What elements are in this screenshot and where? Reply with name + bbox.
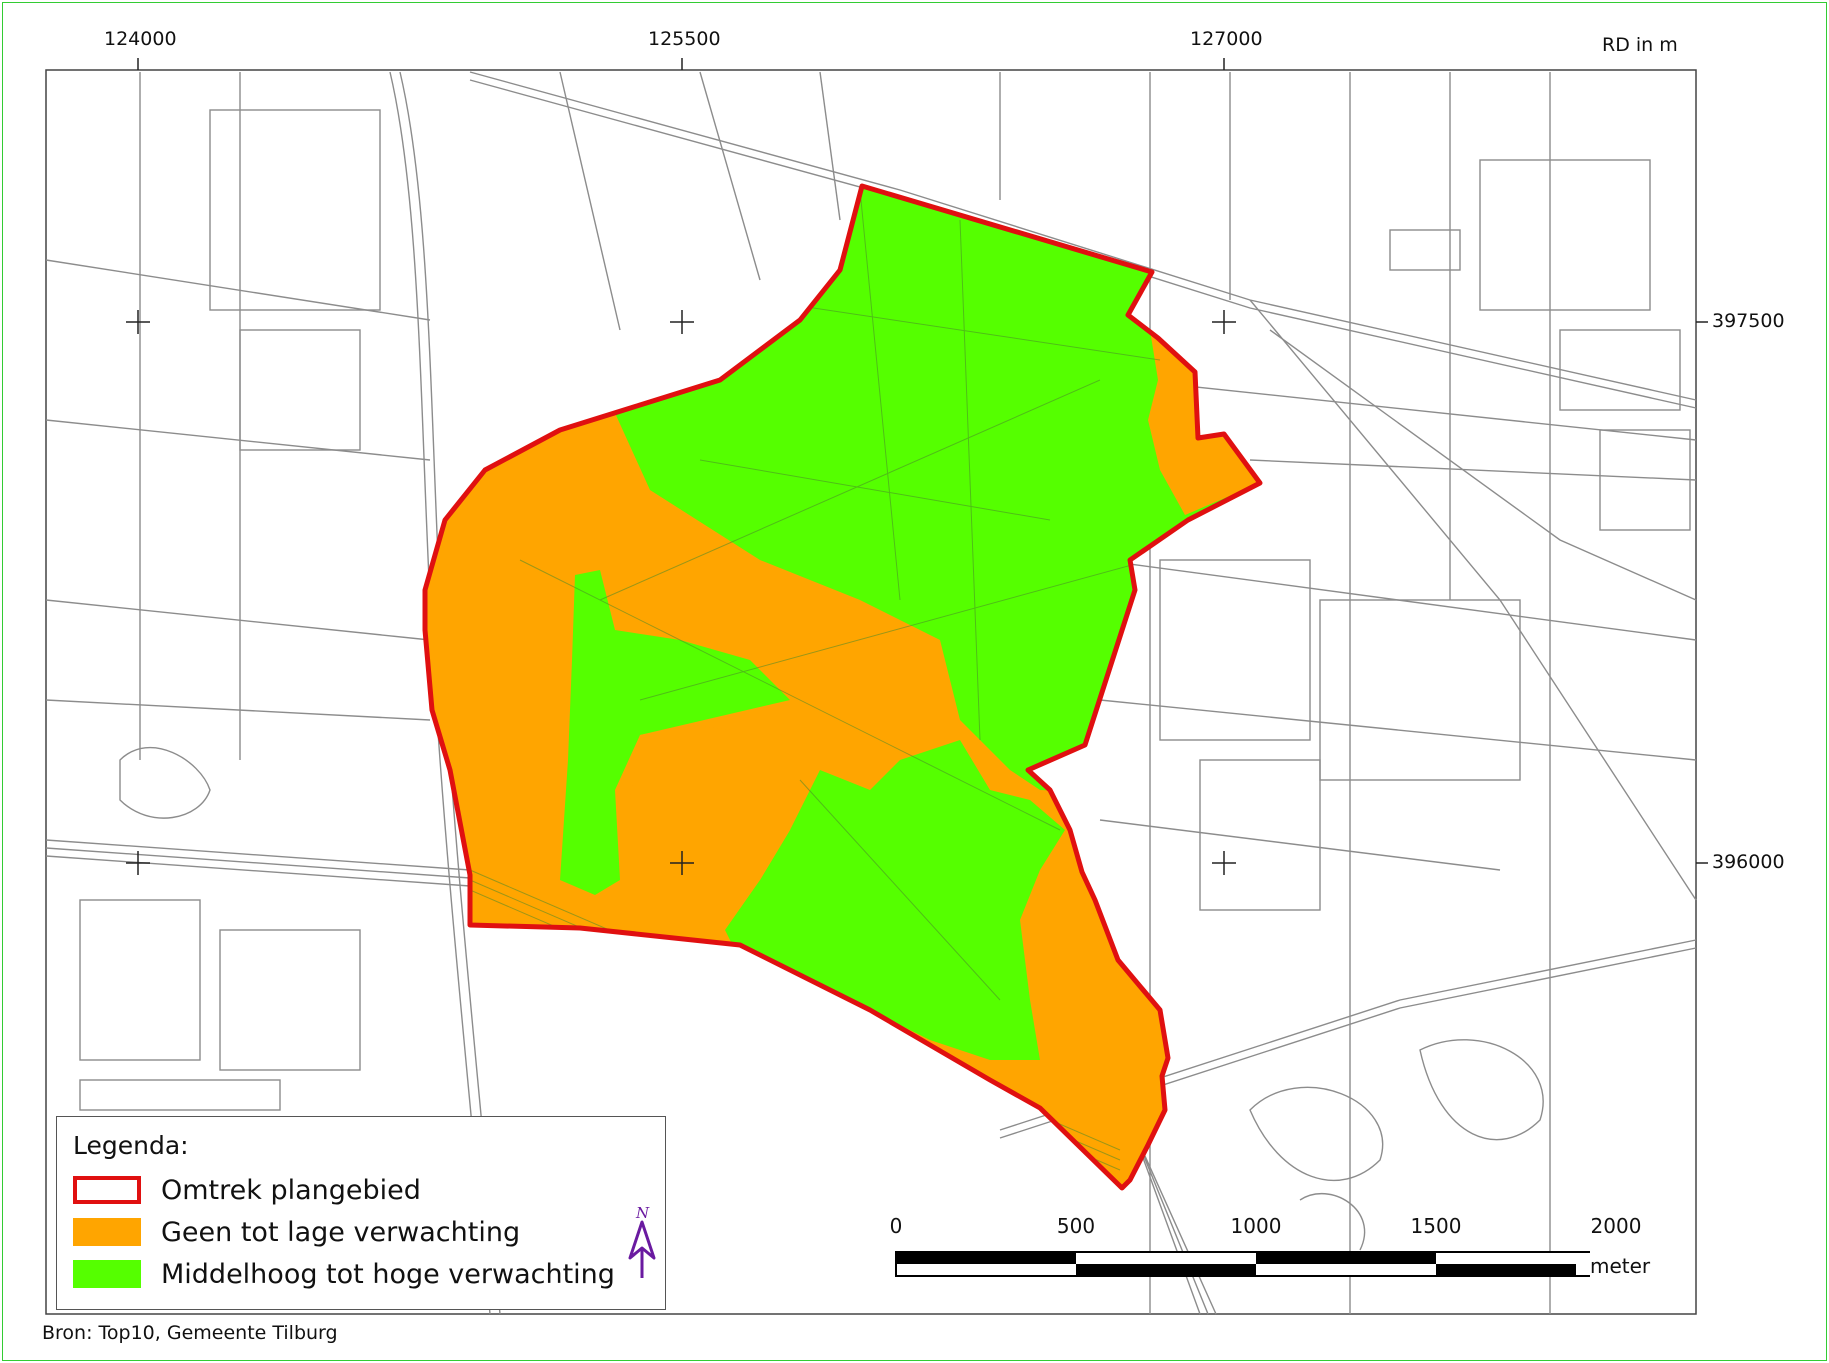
scale-tick-label: 0 bbox=[889, 1214, 903, 1238]
scale-tick-label: 500 bbox=[1056, 1214, 1096, 1238]
legend-label: Geen tot lage verwachting bbox=[161, 1216, 521, 1248]
legend-title: Legenda: bbox=[73, 1131, 189, 1160]
legend-item-high: Middelhoog tot hoge verwachting bbox=[73, 1257, 615, 1291]
x-tick-label: 127000 bbox=[1190, 28, 1263, 50]
scale-tick-label: 2000 bbox=[1590, 1214, 1642, 1238]
scale-unit-label: meter bbox=[1590, 1254, 1651, 1278]
x-tick-label: 124000 bbox=[104, 28, 177, 50]
legend-swatch-low bbox=[73, 1218, 141, 1246]
legend-item-low: Geen tot lage verwachting bbox=[73, 1215, 520, 1249]
y-tick-label: 397500 bbox=[1712, 310, 1785, 332]
scale-tick-label: 1000 bbox=[1230, 1214, 1282, 1238]
legend: Legenda: Omtrek plangebied Geen tot lage… bbox=[56, 1116, 666, 1310]
source-credit: Bron: Top10, Gemeente Tilburg bbox=[42, 1322, 338, 1344]
legend-label: Middelhoog tot hoge verwachting bbox=[161, 1258, 615, 1290]
legend-item-boundary: Omtrek plangebied bbox=[73, 1173, 421, 1207]
legend-label: Omtrek plangebied bbox=[161, 1174, 421, 1206]
legend-swatch-high bbox=[73, 1260, 141, 1288]
scale-tick-label: 1500 bbox=[1410, 1214, 1462, 1238]
coord-unit-label: RD in m bbox=[1602, 34, 1678, 56]
x-tick-label: 125500 bbox=[648, 28, 721, 50]
scale-bar-graphic bbox=[895, 1251, 1590, 1277]
north-label: N bbox=[635, 1204, 650, 1222]
legend-swatch-boundary bbox=[73, 1176, 141, 1204]
y-tick-label: 396000 bbox=[1712, 851, 1785, 873]
north-arrow-icon: N bbox=[628, 1204, 656, 1278]
